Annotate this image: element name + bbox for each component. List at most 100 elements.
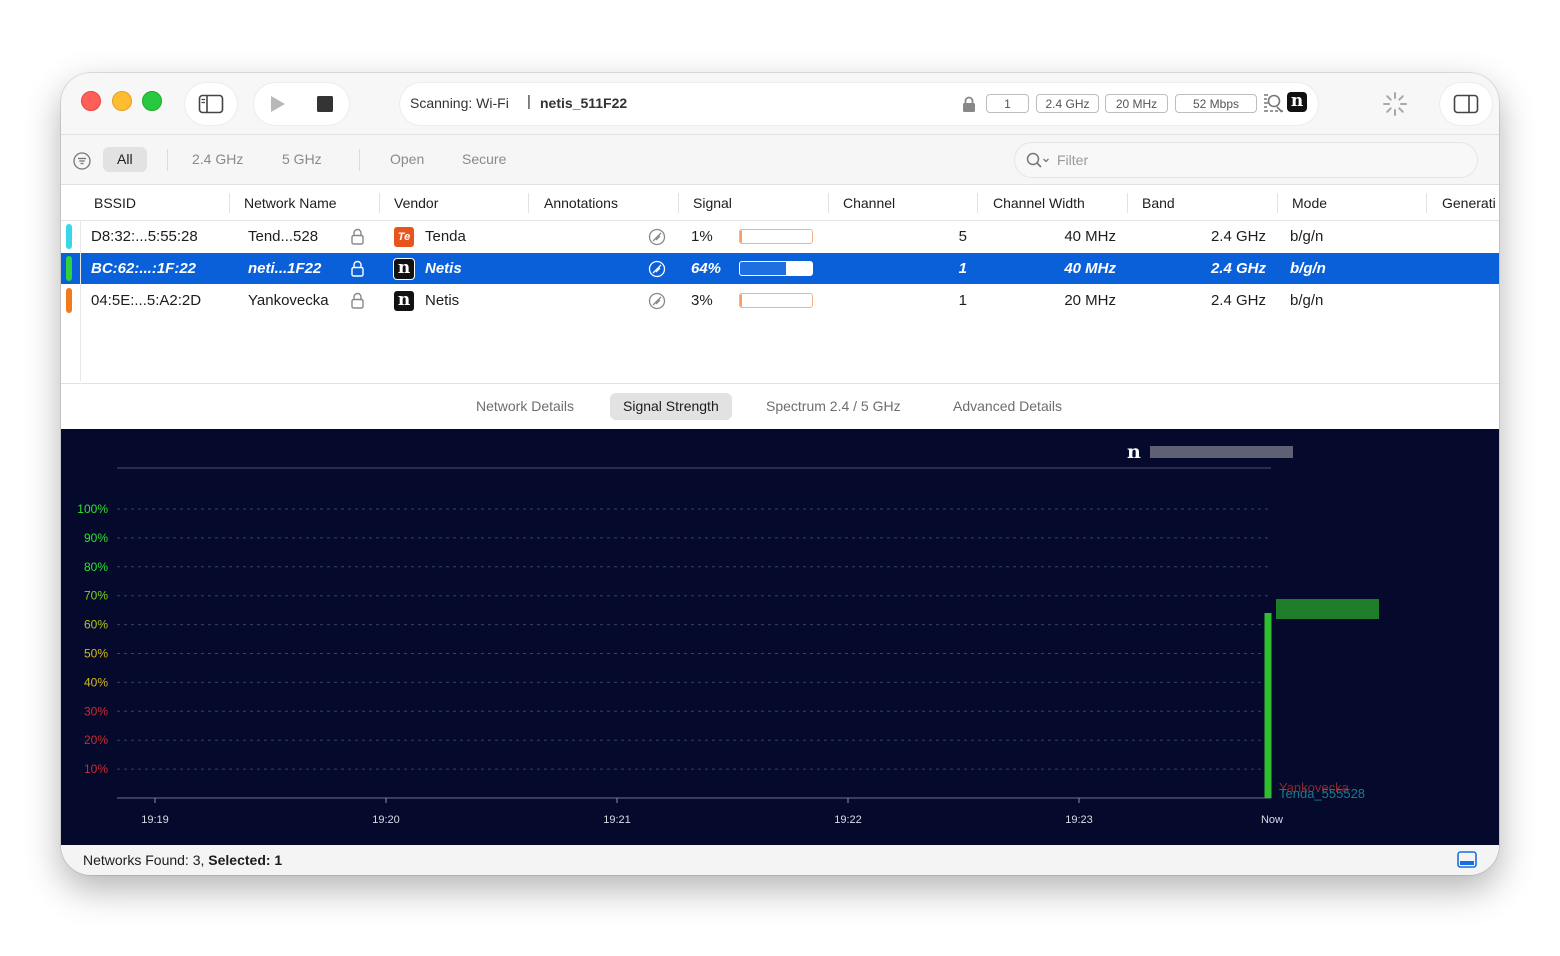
tab-signal-strength[interactable]: Signal Strength — [610, 393, 732, 420]
lock-icon — [351, 292, 364, 309]
minimize-button[interactable] — [112, 91, 132, 111]
tab-advanced-details[interactable]: Advanced Details — [953, 393, 1062, 420]
x-tick-label: 19:23 — [1065, 814, 1093, 826]
scanning-label: Scanning: Wi-Fi — [410, 95, 509, 111]
col-bssid[interactable]: BSSID — [94, 185, 136, 220]
tab-spectrum[interactable]: Spectrum 2.4 / 5 GHz — [766, 393, 901, 420]
netis-logo-icon: n — [394, 291, 414, 311]
toggle-inspector-button[interactable] — [1440, 83, 1492, 125]
signal-strength-chart: 100% 90% 80% 70% 60% 50% 40% 30% 20% 10% 19:19 19:2… — [61, 429, 1499, 845]
width-pill: 20 MHz — [1105, 94, 1168, 113]
col-generation[interactable]: Generati — [1442, 185, 1496, 220]
filter-2-4ghz[interactable]: 2.4 GHz — [192, 147, 243, 172]
filter-open[interactable]: Open — [390, 147, 424, 172]
divider — [167, 149, 168, 171]
filter-secure[interactable]: Secure — [462, 147, 506, 172]
channel-width-cell: 20 MHz — [1064, 292, 1116, 309]
band-cell: 2.4 GHz — [1210, 292, 1266, 309]
column-divider — [528, 193, 529, 213]
column-divider — [977, 193, 978, 213]
annotation-icon[interactable] — [648, 260, 666, 278]
toggle-bottom-panel-icon[interactable] — [1457, 851, 1477, 868]
column-divider — [1426, 193, 1427, 213]
toggle-sidebar-button[interactable] — [185, 83, 237, 125]
lock-icon — [351, 260, 364, 277]
col-network-name[interactable]: Network Name — [244, 185, 337, 220]
table-row[interactable]: D8:32:...5:55:28 Tend...528 Te Tenda 1% 5 40 M… — [61, 221, 1499, 252]
signal-bar-fill — [740, 230, 742, 243]
col-band[interactable]: Band — [1142, 185, 1175, 220]
signal-cell: 3% — [691, 292, 713, 309]
x-tick-label: 19:20 — [372, 814, 400, 826]
x-tick-label: 19:21 — [603, 814, 631, 826]
selected-count: Selected: 1 — [208, 852, 283, 868]
col-vendor[interactable]: Vendor — [394, 185, 438, 220]
filter-list-icon[interactable] — [73, 152, 91, 170]
signal-bar — [739, 293, 813, 308]
series-label: Tenda_555528 — [1279, 786, 1365, 801]
close-button[interactable] — [81, 91, 101, 111]
channel-width-cell: 40 MHz — [1064, 228, 1116, 245]
networks-found-status: Networks Found: 3, Selected: 1 — [83, 852, 282, 868]
table-row[interactable]: BC:62:...:1F:22 neti...1F22 n Netis 64% 1 40 M… — [61, 253, 1499, 284]
x-tick-label: Now — [1261, 814, 1283, 826]
column-divider — [379, 193, 380, 213]
networks-found-label: Networks Found: 3, — [83, 852, 209, 868]
col-mode[interactable]: Mode — [1292, 185, 1327, 220]
bssid-cell: BC:62:...:1F:22 — [91, 260, 197, 277]
filter-5ghz[interactable]: 5 GHz — [282, 147, 322, 172]
column-divider — [828, 193, 829, 213]
annotation-icon[interactable] — [648, 292, 666, 310]
lock-icon — [351, 228, 364, 245]
zoom-button[interactable] — [142, 91, 162, 111]
netis-logo-icon: n — [394, 259, 414, 279]
rate-pill: 52 Mbps — [1175, 94, 1257, 113]
tab-network-details[interactable]: Network Details — [476, 393, 574, 420]
legend-blurred-label — [1150, 446, 1293, 458]
x-tick-label: 19:22 — [834, 814, 862, 826]
mode-cell: b/g/n — [1290, 260, 1326, 277]
start-scan-button[interactable] — [255, 83, 302, 125]
network-name-cell: neti...1F22 — [248, 260, 322, 277]
y-tick-label: 10% — [84, 762, 108, 776]
current-network: netis_511F22 — [540, 95, 628, 111]
row-indicator-divider — [80, 221, 81, 381]
signal-bar-fill — [740, 294, 742, 307]
col-channel[interactable]: Channel — [843, 185, 895, 220]
inspector-icon — [1453, 94, 1479, 114]
y-tick-label: 70% — [84, 589, 108, 603]
separator: | — [527, 93, 531, 110]
bssid-cell: D8:32:...5:55:28 — [91, 228, 198, 245]
table-header: BSSID Network Name Vendor Annotations Si… — [61, 185, 1499, 221]
scan-controls — [254, 83, 349, 125]
sidebar-icon — [198, 94, 224, 114]
y-tick-label: 20% — [84, 733, 108, 747]
netis-logo-icon: n — [1287, 92, 1307, 112]
search-icon[interactable] — [1026, 152, 1052, 169]
x-tick-label: 19:19 — [141, 814, 169, 826]
col-channel-width[interactable]: Channel Width — [993, 185, 1085, 220]
lock-icon — [963, 96, 975, 112]
col-annotations[interactable]: Annotations — [544, 185, 618, 220]
channel-cell: 1 — [958, 292, 967, 309]
column-divider — [229, 193, 230, 213]
divider — [359, 149, 360, 171]
legend-netis-icon: n — [1127, 441, 1141, 463]
status-bar: Networks Found: 3, Selected: 1 — [61, 845, 1499, 875]
channel-cell: 5 — [958, 228, 967, 245]
filter-input[interactable] — [1057, 149, 1457, 171]
col-signal[interactable]: Signal — [693, 185, 732, 220]
annotation-icon[interactable] — [648, 228, 666, 246]
filter-all[interactable]: All — [103, 147, 147, 172]
column-divider — [1127, 193, 1128, 213]
stop-scan-button[interactable] — [302, 83, 349, 125]
column-divider — [678, 193, 679, 213]
signal-bar-fill — [740, 262, 786, 275]
network-color-indicator — [66, 288, 72, 313]
table-row[interactable]: 04:5E:...5:A2:2D Yankovecka n Netis 3% 1 20 MH… — [61, 285, 1499, 316]
vendor-cell: Netis — [425, 260, 462, 277]
column-divider — [1277, 193, 1278, 213]
mode-cell: b/g/n — [1290, 228, 1324, 245]
activity-spinner-icon — [1383, 92, 1407, 116]
bssid-cell: 04:5E:...5:A2:2D — [91, 292, 202, 309]
